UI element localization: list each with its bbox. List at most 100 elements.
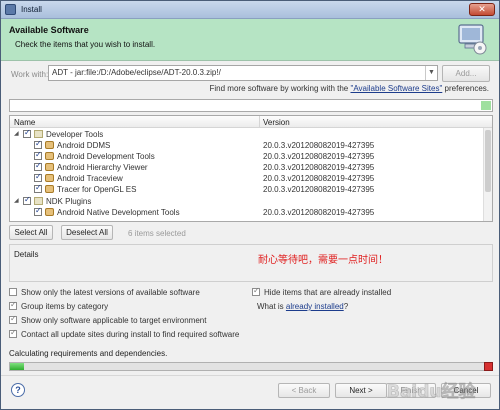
install-wizard-icon xyxy=(458,24,487,55)
checkbox-box[interactable] xyxy=(9,288,17,296)
applicable-only-checkbox[interactable]: Show only software applicable to target … xyxy=(9,314,207,325)
plugin-icon xyxy=(45,208,54,216)
what-is-suffix: ? xyxy=(343,302,349,311)
row-checkbox[interactable] xyxy=(23,128,31,138)
plugin-icon xyxy=(45,141,54,149)
wizard-banner: Available Software Check the items that … xyxy=(1,19,499,61)
row-name: Developer Tools xyxy=(46,130,104,139)
details-group: Details 耐心等待吧，需要一点时间！ xyxy=(9,244,493,282)
row-name: Android Native Development Tools xyxy=(57,208,180,217)
tree-header: Name Version xyxy=(10,116,492,128)
already-installed-link[interactable]: already installed xyxy=(286,302,344,311)
plugin-icon xyxy=(45,174,54,182)
watermark-text: Baidu经验 xyxy=(387,381,477,402)
tree-row-feature[interactable]: Tracer for OpenGL ES 20.0.3.v20120808201… xyxy=(10,183,482,195)
row-checkbox[interactable] xyxy=(23,195,31,205)
software-tree: Name Version ◢ Developer Tools Android D… xyxy=(9,115,493,222)
find-more-prefix: Find more software by working with the xyxy=(209,84,349,93)
category-icon xyxy=(34,130,43,138)
title-bar[interactable]: Install ✕ xyxy=(1,1,499,19)
tree-row-feature[interactable]: Android Traceview 20.0.3.v201208082019-4… xyxy=(10,172,482,184)
column-header-name[interactable]: Name xyxy=(14,118,35,127)
page-heading: Available Software xyxy=(9,25,89,35)
plugin-icon xyxy=(45,185,54,193)
progress-bar xyxy=(9,362,493,371)
tree-row-feature[interactable]: Android Hierarchy Viewer 20.0.3.v2012080… xyxy=(10,161,482,173)
row-name: NDK Plugins xyxy=(46,197,92,206)
clear-filter-icon[interactable] xyxy=(481,101,491,110)
work-with-combo[interactable]: ADT - jar:file:/D:/Adobe/eclipse/ADT-20.… xyxy=(48,65,438,81)
contact-sites-checkbox[interactable]: Contact all update sites during install … xyxy=(9,328,240,339)
details-label: Details xyxy=(14,250,39,259)
group-by-category-checkbox[interactable]: Group items by category xyxy=(9,300,109,311)
checkbox-label: Show only the latest versions of availab… xyxy=(21,288,200,297)
tree-scrollbar[interactable] xyxy=(483,128,492,221)
checkbox-box[interactable] xyxy=(9,328,17,338)
select-all-button[interactable]: Select All xyxy=(9,225,53,240)
tree-row-feature[interactable]: Android Development Tools 20.0.3.v201208… xyxy=(10,150,482,162)
stop-icon[interactable] xyxy=(484,362,493,371)
what-is-installed-text: What is already installed? xyxy=(257,302,348,311)
row-version: 20.0.3.v201208082019-427395 xyxy=(263,185,375,194)
selected-count: 6 items selected xyxy=(128,229,186,238)
eclipse-app-icon xyxy=(5,4,16,15)
scrollbar-thumb[interactable] xyxy=(485,130,491,192)
row-checkbox[interactable] xyxy=(34,139,42,149)
next-button[interactable]: Next > xyxy=(335,383,387,398)
window-title: Install xyxy=(21,5,42,14)
tree-row-feature[interactable]: Android DDMS 20.0.3.v201208082019-427395 xyxy=(10,139,482,151)
row-name: Android Development Tools xyxy=(57,152,155,161)
collapse-icon[interactable]: ◢ xyxy=(14,198,20,204)
row-checkbox[interactable] xyxy=(34,172,42,182)
checkbox-label: Hide items that are already installed xyxy=(264,288,392,297)
checkbox-label: Show only software applicable to target … xyxy=(21,316,207,325)
annotation-note: 耐心等待吧，需要一点时间！ xyxy=(258,255,388,266)
deselect-all-button[interactable]: Deselect All xyxy=(61,225,113,240)
row-checkbox[interactable] xyxy=(34,206,42,216)
work-with-label: Work with: xyxy=(11,70,49,79)
work-with-value: ADT - jar:file:/D:/Adobe/eclipse/ADT-20.… xyxy=(52,68,221,77)
row-version: 20.0.3.v201208082019-427395 xyxy=(263,163,375,172)
find-more-text: Find more software by working with the "… xyxy=(210,84,489,93)
plugin-icon xyxy=(45,152,54,160)
tree-row-category[interactable]: ◢ NDK Plugins xyxy=(10,195,482,207)
checkbox-label: Group items by category xyxy=(21,302,109,311)
add-button[interactable]: Add... xyxy=(442,65,490,82)
close-button[interactable]: ✕ xyxy=(469,3,495,16)
row-version: 20.0.3.v201208082019-427395 xyxy=(263,141,375,150)
column-separator[interactable] xyxy=(259,116,260,128)
category-icon xyxy=(34,197,43,205)
available-software-sites-link[interactable]: "Available Software Sites" xyxy=(350,84,442,93)
status-text: Calculating requirements and dependencie… xyxy=(9,349,168,358)
row-version: 20.0.3.v201208082019-427395 xyxy=(263,208,375,217)
baidu-jingyan-watermark: Baidu经验 xyxy=(387,381,477,403)
chevron-down-icon[interactable]: ▼ xyxy=(425,66,437,80)
page-description: Check the items that you wish to install… xyxy=(15,40,156,49)
checkbox-label: Contact all update sites during install … xyxy=(21,330,240,339)
column-header-version[interactable]: Version xyxy=(263,118,290,127)
progress-fill xyxy=(10,363,25,370)
tree-row-feature[interactable]: Android Native Development Tools 20.0.3.… xyxy=(10,206,482,218)
collapse-icon[interactable]: ◢ xyxy=(14,131,20,137)
row-name: Tracer for OpenGL ES xyxy=(57,185,137,194)
filter-input[interactable] xyxy=(9,99,493,112)
help-icon[interactable]: ? xyxy=(11,383,25,397)
row-checkbox[interactable] xyxy=(34,150,42,160)
row-name: Android Hierarchy Viewer xyxy=(57,163,148,172)
latest-versions-checkbox[interactable]: Show only the latest versions of availab… xyxy=(9,288,200,297)
what-is-prefix: What is xyxy=(257,302,284,311)
row-checkbox[interactable] xyxy=(34,161,42,171)
hide-installed-checkbox[interactable]: Hide items that are already installed xyxy=(252,286,392,297)
row-name: Android DDMS xyxy=(57,141,111,150)
checkbox-box[interactable] xyxy=(9,314,17,324)
checkbox-box[interactable] xyxy=(252,286,260,296)
checkbox-box[interactable] xyxy=(9,300,17,310)
row-checkbox[interactable] xyxy=(34,183,42,193)
row-version: 20.0.3.v201208082019-427395 xyxy=(263,174,375,183)
install-window: Install ✕ Available Software Check the i… xyxy=(0,0,500,410)
tree-row-category[interactable]: ◢ Developer Tools xyxy=(10,128,482,140)
back-button[interactable]: < Back xyxy=(278,383,330,398)
find-more-suffix: preferences. xyxy=(444,84,489,93)
row-version: 20.0.3.v201208082019-427395 xyxy=(263,152,375,161)
row-name: Android Traceview xyxy=(57,174,123,183)
